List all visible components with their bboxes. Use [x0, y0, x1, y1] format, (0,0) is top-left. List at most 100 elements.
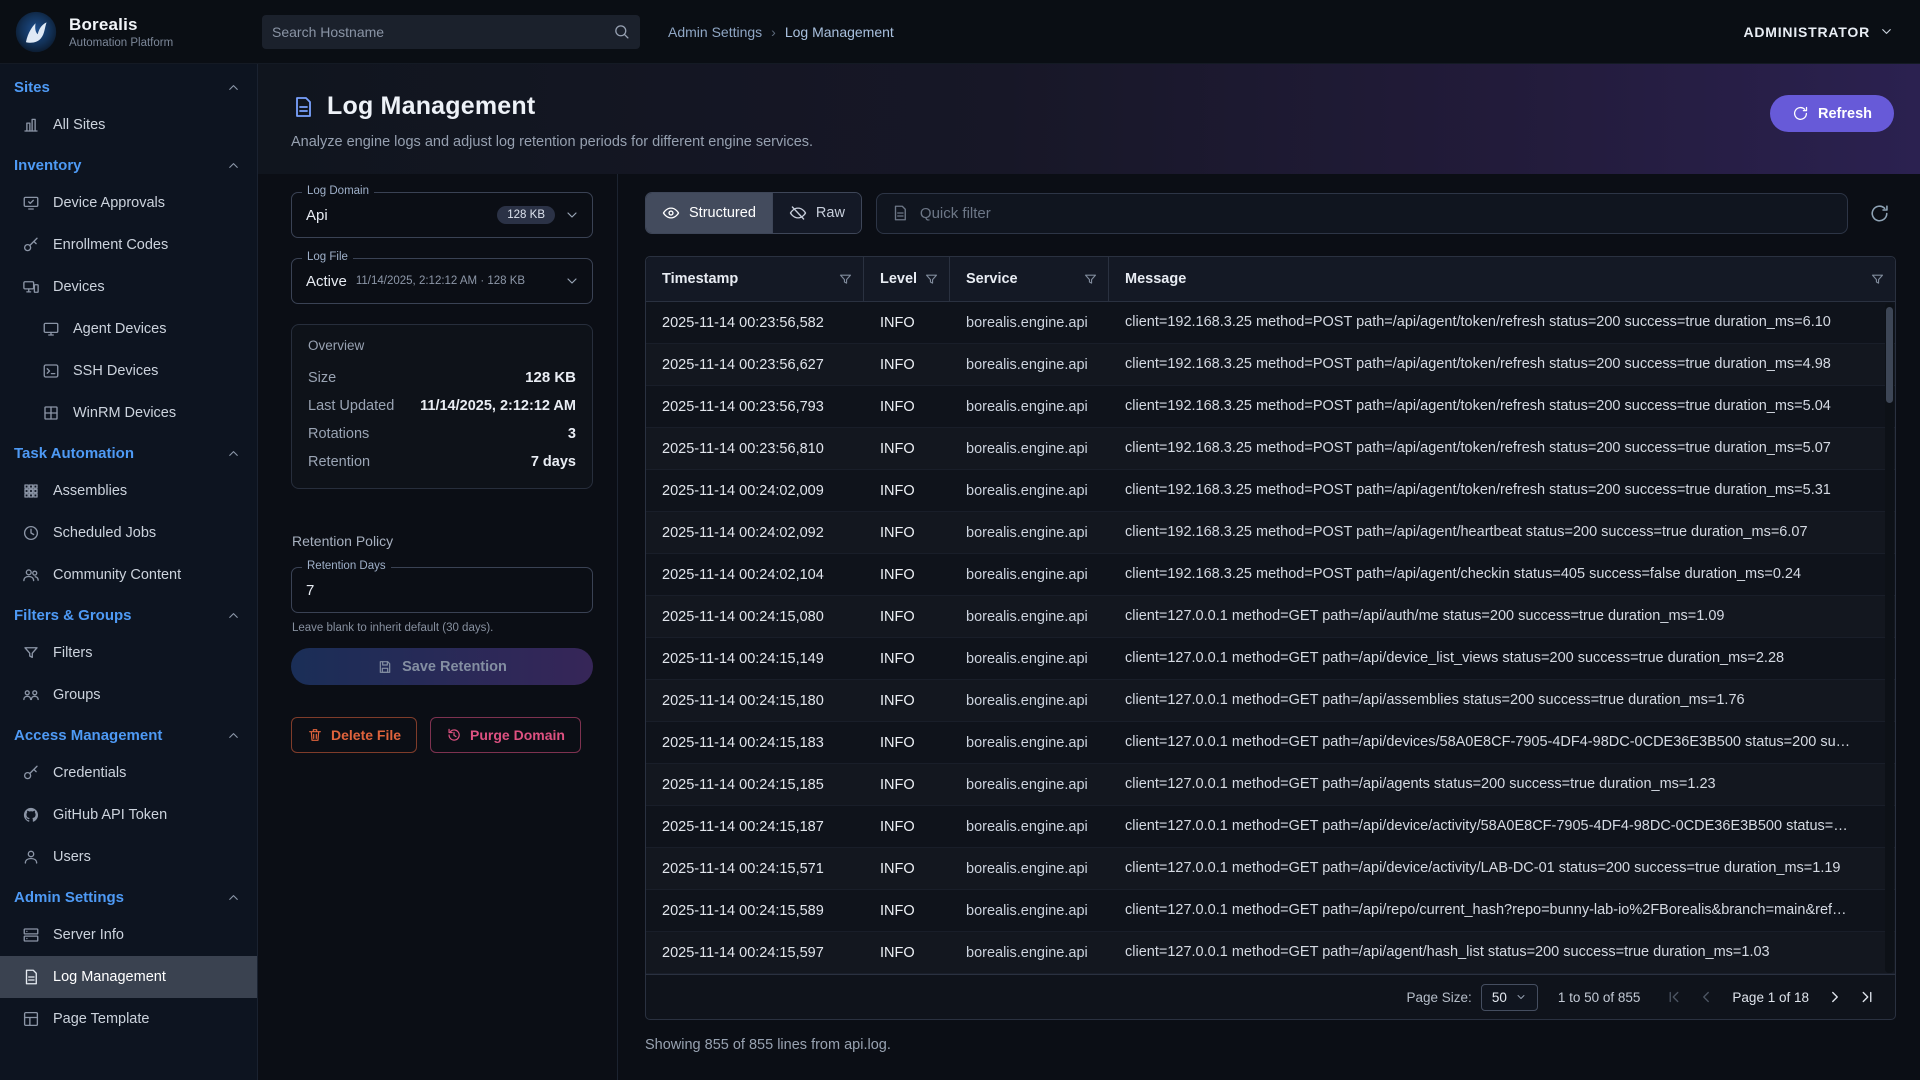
- log-row[interactable]: 2025-11-14 00:24:15,597 INFO borealis.en…: [646, 932, 1895, 974]
- sidebar-item-users[interactable]: Users: [0, 836, 257, 878]
- log-service: borealis.engine.api: [950, 848, 1109, 889]
- sidebar-section-sites: Sites All Sites: [0, 68, 257, 146]
- history-icon: [446, 727, 462, 743]
- sidebar-item-log-management[interactable]: Log Management: [0, 956, 257, 998]
- page-title: Log Management: [327, 92, 535, 121]
- log-file-detail: 11/14/2025, 2:12:12 AM · 128 KB: [356, 275, 525, 287]
- filter-icon[interactable]: [1870, 272, 1885, 287]
- sidebar-item-community-content[interactable]: Community Content: [0, 554, 257, 596]
- retention-days-input[interactable]: [306, 582, 580, 599]
- log-row[interactable]: 2025-11-14 00:24:15,571 INFO borealis.en…: [646, 848, 1895, 890]
- sidebar-item-devices[interactable]: Devices: [0, 266, 257, 308]
- sidebar-section-header[interactable]: Task Automation: [0, 434, 257, 470]
- log-row[interactable]: 2025-11-14 00:24:15,187 INFO borealis.en…: [646, 806, 1895, 848]
- sidebar-item-enrollment-codes[interactable]: Enrollment Codes: [0, 224, 257, 266]
- hostname-search-input[interactable]: [272, 24, 613, 40]
- sidebar-item-device-approvals[interactable]: Device Approvals: [0, 182, 257, 224]
- user-menu[interactable]: ADMINISTRATOR: [1743, 24, 1920, 40]
- eye-icon: [662, 204, 680, 222]
- scrollbar-thumb[interactable]: [1886, 307, 1893, 403]
- table-refresh-button[interactable]: [1862, 196, 1896, 230]
- sidebar-section-header[interactable]: Access Management: [0, 716, 257, 752]
- sidebar-section-header[interactable]: Admin Settings: [0, 878, 257, 914]
- overview-row-label: Last Updated: [308, 398, 394, 414]
- hostname-search[interactable]: [262, 15, 640, 49]
- sidebar-item-github-api-token[interactable]: GitHub API Token: [0, 794, 257, 836]
- table-scrollbar[interactable]: [1885, 303, 1894, 973]
- sidebar-item-credentials[interactable]: Credentials: [0, 752, 257, 794]
- sidebar-section-header[interactable]: Inventory: [0, 146, 257, 182]
- log-row[interactable]: 2025-11-14 00:23:56,627 INFO borealis.en…: [646, 344, 1895, 386]
- next-page-button[interactable]: [1821, 983, 1849, 1011]
- breadcrumb-admin-settings[interactable]: Admin Settings: [668, 24, 762, 40]
- quick-filter[interactable]: [876, 193, 1848, 234]
- chevron-up-icon: [226, 608, 241, 623]
- sidebar-item-page-template[interactable]: Page Template: [0, 998, 257, 1040]
- log-domain-select[interactable]: Log Domain Api 128 KB: [291, 192, 593, 238]
- sidebar-section-header[interactable]: Sites: [0, 68, 257, 104]
- log-row[interactable]: 2025-11-14 00:24:15,080 INFO borealis.en…: [646, 596, 1895, 638]
- save-retention-button[interactable]: Save Retention: [291, 648, 593, 685]
- raw-mode-button[interactable]: Raw: [772, 193, 861, 233]
- sidebar-section-label: Sites: [14, 79, 50, 96]
- log-row[interactable]: 2025-11-14 00:23:56,582 INFO borealis.en…: [646, 302, 1895, 344]
- sidebar-item-label: Scheduled Jobs: [53, 525, 156, 541]
- chevron-down-icon: [564, 273, 580, 289]
- log-row[interactable]: 2025-11-14 00:23:56,793 INFO borealis.en…: [646, 386, 1895, 428]
- quick-filter-input[interactable]: [920, 205, 1833, 222]
- page-size-select[interactable]: 50: [1481, 984, 1538, 1011]
- overview-row-value: 11/14/2025, 2:12:12 AM: [420, 398, 576, 414]
- log-level: INFO: [864, 428, 950, 469]
- log-row[interactable]: 2025-11-14 00:24:15,180 INFO borealis.en…: [646, 680, 1895, 722]
- borealis-logo: [14, 10, 58, 54]
- structured-mode-button[interactable]: Structured: [646, 193, 772, 233]
- log-timestamp: 2025-11-14 00:24:15,571: [646, 848, 864, 889]
- last-page-button[interactable]: [1853, 983, 1881, 1011]
- delete-file-button[interactable]: Delete File: [291, 717, 417, 753]
- sidebar-item-label: Assemblies: [53, 483, 127, 499]
- log-file-value: Active: [306, 273, 347, 290]
- sidebar-item-groups[interactable]: Groups: [0, 674, 257, 716]
- log-file-select[interactable]: Log File Active 11/14/2025, 2:12:12 AM ·…: [291, 258, 593, 304]
- refresh-button[interactable]: Refresh: [1770, 95, 1894, 132]
- sidebar-section-header[interactable]: Filters & Groups: [0, 596, 257, 632]
- log-row[interactable]: 2025-11-14 00:23:56,810 INFO borealis.en…: [646, 428, 1895, 470]
- log-row[interactable]: 2025-11-14 00:24:15,183 INFO borealis.en…: [646, 722, 1895, 764]
- sidebar-item-agent-devices[interactable]: Agent Devices: [0, 308, 257, 350]
- sidebar-item-ssh-devices[interactable]: SSH Devices: [0, 350, 257, 392]
- log-table: Timestamp Level Service Message: [645, 256, 1896, 1020]
- sidebar-item-winrm-devices[interactable]: WinRM Devices: [0, 392, 257, 434]
- column-header-message: Message: [1109, 257, 1895, 301]
- purge-domain-button[interactable]: Purge Domain: [430, 717, 581, 753]
- breadcrumb: Admin Settings › Log Management: [668, 24, 894, 40]
- log-service: borealis.engine.api: [950, 638, 1109, 679]
- filter-icon[interactable]: [1083, 272, 1098, 287]
- page-header: Log Management Analyze engine logs and a…: [258, 64, 1920, 174]
- log-row[interactable]: 2025-11-14 00:24:15,185 INFO borealis.en…: [646, 764, 1895, 806]
- log-row[interactable]: 2025-11-14 00:24:15,149 INFO borealis.en…: [646, 638, 1895, 680]
- sidebar-section-filters-groups: Filters & Groups Filters Groups: [0, 596, 257, 716]
- sidebar-item-label: Device Approvals: [53, 195, 165, 211]
- log-service: borealis.engine.api: [950, 386, 1109, 427]
- previous-page-button[interactable]: [1692, 983, 1720, 1011]
- log-row[interactable]: 2025-11-14 00:24:15,589 INFO borealis.en…: [646, 890, 1895, 932]
- log-level: INFO: [864, 722, 950, 763]
- filter-icon[interactable]: [924, 272, 939, 287]
- previous-page-icon: [1697, 988, 1715, 1006]
- log-row[interactable]: 2025-11-14 00:24:02,092 INFO borealis.en…: [646, 512, 1895, 554]
- sidebar-item-server-info[interactable]: Server Info: [0, 914, 257, 956]
- chevron-up-icon: [226, 80, 241, 95]
- sidebar-item-filters[interactable]: Filters: [0, 632, 257, 674]
- sidebar-item-all-sites[interactable]: All Sites: [0, 104, 257, 146]
- sidebar-item-assemblies[interactable]: Assemblies: [0, 470, 257, 512]
- breadcrumb-log-management[interactable]: Log Management: [785, 24, 894, 40]
- first-page-button[interactable]: [1660, 983, 1688, 1011]
- filter-icon[interactable]: [838, 272, 853, 287]
- retention-days-field[interactable]: Retention Days: [291, 567, 593, 613]
- sidebar-item-scheduled-jobs[interactable]: Scheduled Jobs: [0, 512, 257, 554]
- clock-icon: [22, 524, 40, 542]
- page-size-label: Page Size:: [1407, 990, 1472, 1005]
- log-row[interactable]: 2025-11-14 00:24:02,104 INFO borealis.en…: [646, 554, 1895, 596]
- overview-row-label: Rotations: [308, 426, 369, 442]
- log-row[interactable]: 2025-11-14 00:24:02,009 INFO borealis.en…: [646, 470, 1895, 512]
